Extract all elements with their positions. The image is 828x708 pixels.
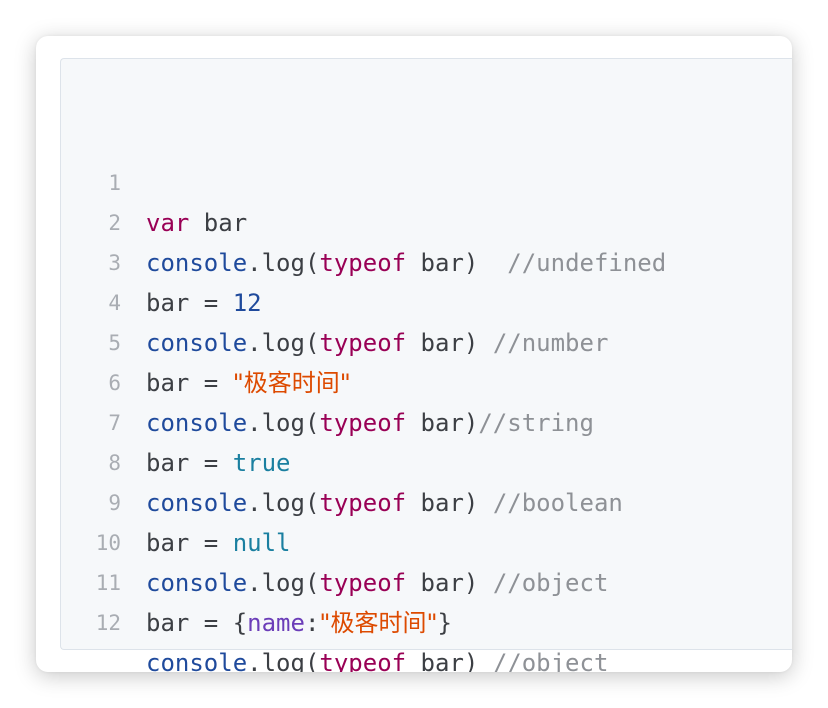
plain-token: : xyxy=(304,609,320,637)
line-code: bar = {name:"极客时间"} xyxy=(146,603,452,643)
code-line: 4 console.log(typeof bar) //number xyxy=(61,243,792,357)
code-lines: 1 var bar 2 console.log(typeof bar) //un… xyxy=(61,123,792,672)
line-number: 12 xyxy=(95,611,121,635)
string-token: "极客时间" xyxy=(319,609,438,637)
code-card: 1 var bar 2 console.log(typeof bar) //un… xyxy=(36,36,792,672)
code-line: 9 bar = null xyxy=(61,443,792,557)
builtin-token: console xyxy=(146,649,248,672)
property-token: name xyxy=(247,609,305,637)
code-line: 10 console.log(typeof bar) //object xyxy=(61,483,792,597)
code-line: 5 bar = "极客时间" xyxy=(61,283,792,397)
code-line: 2 console.log(typeof bar) //undefined xyxy=(61,163,792,277)
keyword-token: typeof xyxy=(319,649,407,672)
code-line: 1 var bar xyxy=(61,123,792,237)
code-line: 12 console.log(typeof bar) //object xyxy=(61,563,792,672)
plain-token: .log( xyxy=(247,649,320,672)
plain-token: bar) xyxy=(406,649,493,672)
code-line: 3 bar = 12 xyxy=(61,203,792,317)
plain-token: bar = { xyxy=(146,609,248,637)
code-line: 7 bar = true xyxy=(61,363,792,477)
code-line: 6 console.log(typeof bar)//string xyxy=(61,323,792,437)
code-line: 8 console.log(typeof bar) //boolean xyxy=(61,403,792,517)
code-block: 1 var bar 2 console.log(typeof bar) //un… xyxy=(60,58,792,672)
comment-token: //object xyxy=(492,649,609,672)
line-code: console.log(typeof bar) //object xyxy=(146,643,608,672)
code-line: 11 bar = {name:"极客时间"} xyxy=(61,523,792,637)
plain-token: } xyxy=(437,609,452,637)
